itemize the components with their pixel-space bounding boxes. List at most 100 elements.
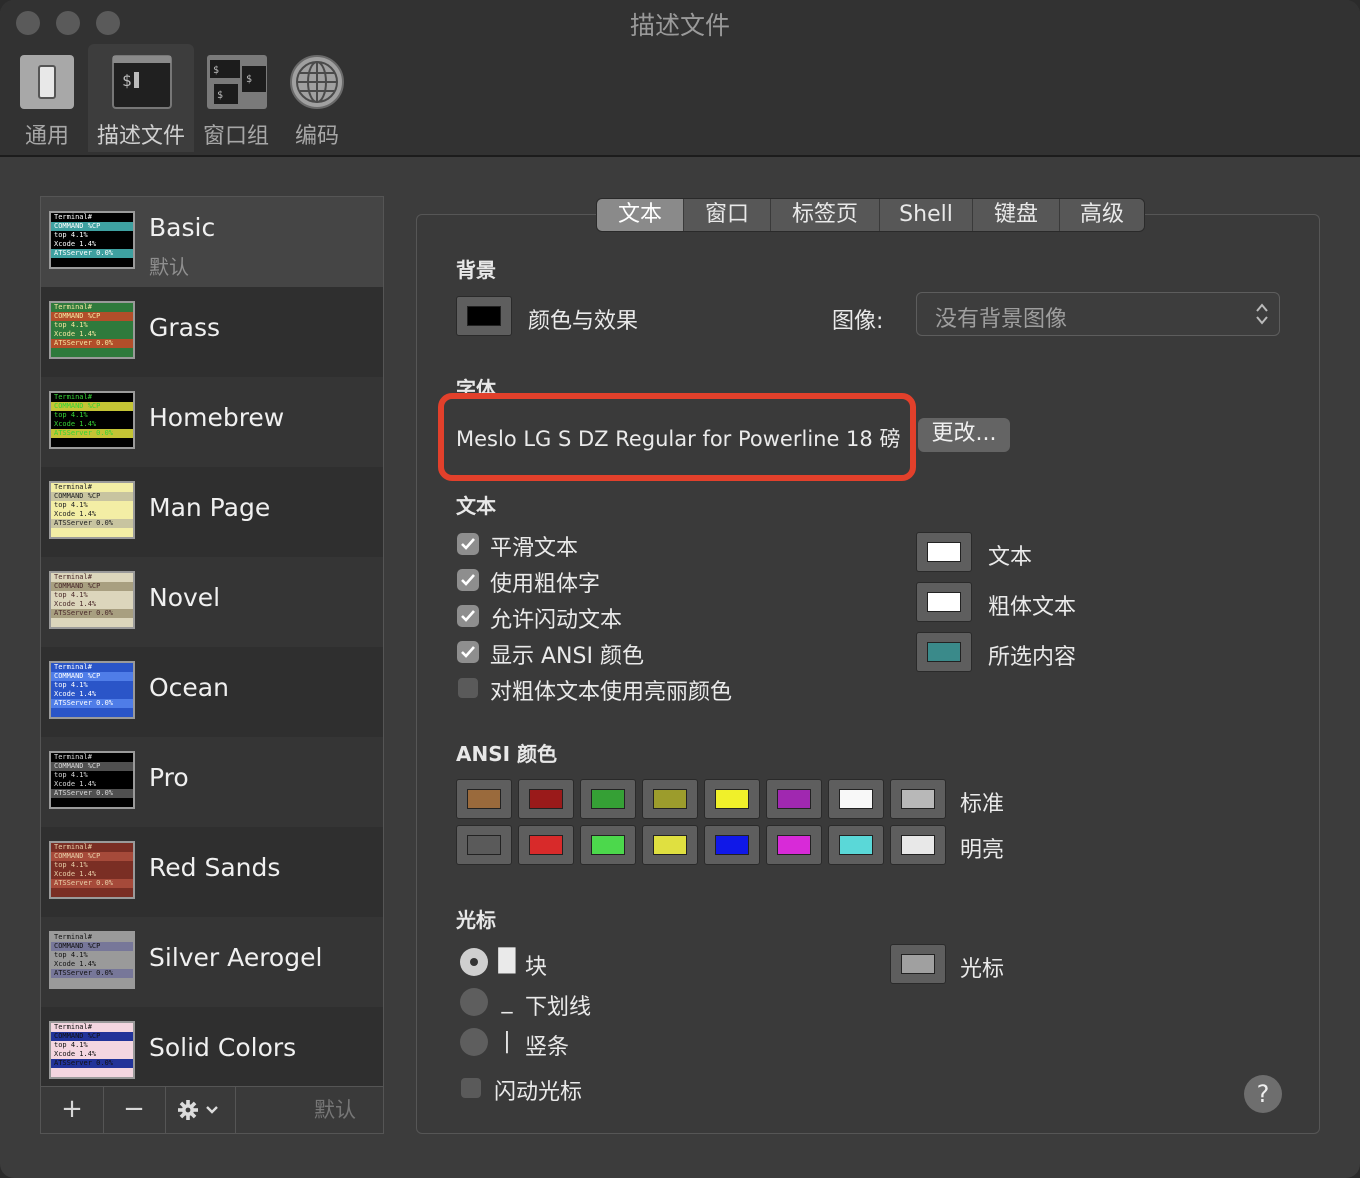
ansi-standard-color-well[interactable] xyxy=(890,779,946,819)
change-font-button[interactable]: 更改... xyxy=(918,418,1010,452)
gear-icon xyxy=(178,1100,218,1120)
ansi-color-swatch xyxy=(467,789,501,809)
text-color-well[interactable] xyxy=(916,532,972,572)
profile-item[interactable]: Terminal# COMMAND %CP top 4.1% Xcode 1.4% AT… xyxy=(41,377,383,467)
help-button[interactable]: ? xyxy=(1244,1075,1282,1113)
profile-preview-thumbnail: Terminal# COMMAND %CP top 4.1% Xcode 1.4% AT… xyxy=(49,481,135,539)
background-section-title: 背景 xyxy=(456,258,496,282)
profile-item[interactable]: Terminal# COMMAND %CP top 4.1% Xcode 1.4% AT… xyxy=(41,827,383,917)
ansi-bright-color-well[interactable] xyxy=(580,825,636,865)
tab-text[interactable]: 文本 xyxy=(597,199,684,231)
toolbar-window-groups[interactable]: $ $ $ 窗口组 xyxy=(200,44,272,152)
profile-preview-thumbnail: Terminal# COMMAND %CP top 4.1% Xcode 1.4% AT… xyxy=(49,661,135,719)
ansi-standard-color-well[interactable] xyxy=(766,779,822,819)
text-option-label: 对粗体文本使用亮丽颜色 xyxy=(490,680,733,705)
profile-actions-button[interactable] xyxy=(165,1087,236,1133)
ansi-color-swatch xyxy=(467,835,501,855)
updown-chevron-icon xyxy=(1256,303,1268,325)
chevron-down-icon xyxy=(206,1106,218,1114)
cursor-shape-glyph: █ xyxy=(498,949,516,974)
profile-default-label: 默认 xyxy=(149,255,189,279)
ansi-bright-color-well[interactable] xyxy=(704,825,760,865)
ansi-standard-color-well[interactable] xyxy=(580,779,636,819)
toolbar-general[interactable]: 通用 xyxy=(16,44,78,152)
text-color-label: 文本 xyxy=(988,545,1033,570)
ansi-bright-color-well[interactable] xyxy=(766,825,822,865)
cursor-color-label: 光标 xyxy=(960,957,1005,982)
profile-name: Red Sands xyxy=(149,853,281,882)
profile-preview-thumbnail: Terminal# COMMAND %CP top 4.1% Xcode 1.4% AT… xyxy=(49,931,135,989)
ansi-color-swatch xyxy=(901,789,935,809)
cursor-shape-radio[interactable] xyxy=(460,988,488,1016)
background-image-select[interactable]: 没有背景图像 xyxy=(916,292,1280,336)
toolbar-encodings[interactable]: 编码 xyxy=(284,44,350,152)
ansi-standard-color-well[interactable] xyxy=(456,779,512,819)
profile-name: Homebrew xyxy=(149,403,285,432)
font-section-title: 字体 xyxy=(456,377,496,393)
text-option-checkbox[interactable] xyxy=(457,605,479,627)
remove-profile-button[interactable]: − xyxy=(103,1087,166,1133)
ansi-standard-color-well[interactable] xyxy=(518,779,574,819)
profile-item[interactable]: Terminal# COMMAND %CP top 4.1% Xcode 1.4% AT… xyxy=(41,917,383,1007)
text-option-checkbox[interactable] xyxy=(457,641,479,663)
profile-item[interactable]: Terminal# COMMAND %CP top 4.1% Xcode 1.4% AT… xyxy=(41,737,383,827)
profile-name: Silver Aerogel xyxy=(149,943,323,972)
profile-preview-thumbnail: Terminal# COMMAND %CP top 4.1% Xcode 1.4% AT… xyxy=(49,571,135,629)
toolbar-label: 编码 xyxy=(294,124,339,149)
ansi-standard-color-well[interactable] xyxy=(704,779,760,819)
ansi-color-swatch xyxy=(529,835,563,855)
color-effects-label: 颜色与效果 xyxy=(528,309,639,334)
cursor-color-swatch xyxy=(901,954,935,974)
ansi-bright-color-well[interactable] xyxy=(890,825,946,865)
text-option-label: 允许闪动文本 xyxy=(490,608,623,633)
text-option-checkbox[interactable] xyxy=(457,677,479,699)
profile-preview-thumbnail: Terminal# COMMAND %CP top 4.1% Xcode 1.4% AT… xyxy=(49,1021,135,1079)
text-color-well[interactable] xyxy=(916,582,972,622)
add-profile-button[interactable]: + xyxy=(41,1087,104,1133)
profile-preview-thumbnail: Terminal# COMMAND %CP top 4.1% Xcode 1.4% AT… xyxy=(49,751,135,809)
text-option-checkbox[interactable] xyxy=(457,533,479,555)
ansi-color-swatch xyxy=(529,789,563,809)
cursor-shape-glyph: | xyxy=(503,1029,511,1054)
profile-item[interactable]: Terminal# COMMAND %CP top 4.1% Xcode 1.4% AT… xyxy=(41,647,383,737)
ansi-color-swatch xyxy=(839,835,873,855)
ansi-standard-color-well[interactable] xyxy=(828,779,884,819)
text-color-well[interactable] xyxy=(916,632,972,672)
set-default-button[interactable]: 默认 xyxy=(289,1087,381,1133)
tab-shell[interactable]: Shell xyxy=(880,199,973,231)
profile-name: Basic xyxy=(149,213,216,242)
toolbar-label: 窗口组 xyxy=(202,124,269,149)
blink-cursor-checkbox[interactable] xyxy=(460,1077,482,1099)
tab-keyboard[interactable]: 键盘 xyxy=(973,199,1060,231)
ansi-bright-color-well[interactable] xyxy=(642,825,698,865)
ansi-bright-color-well[interactable] xyxy=(518,825,574,865)
text-option-checkbox[interactable] xyxy=(457,569,479,591)
tab-advanced[interactable]: 高级 xyxy=(1060,199,1144,231)
ansi-color-swatch xyxy=(653,835,687,855)
toolbar-profiles[interactable]: $ 描述文件 xyxy=(88,44,194,152)
tab-window[interactable]: 窗口 xyxy=(684,199,771,231)
text-color-label: 所选内容 xyxy=(988,645,1077,670)
cursor-color-well[interactable] xyxy=(890,944,946,984)
ansi-bright-color-well[interactable] xyxy=(828,825,884,865)
profile-list[interactable]: Terminal# COMMAND %CP top 4.1% Xcode 1.4% AT… xyxy=(40,196,384,1132)
cursor-shape-radio[interactable] xyxy=(460,1028,488,1056)
tab-tabs[interactable]: 标签页 xyxy=(771,199,880,231)
ansi-standard-color-well[interactable] xyxy=(642,779,698,819)
background-color-well[interactable] xyxy=(456,296,512,336)
profile-preview-thumbnail: Terminal# COMMAND %CP top 4.1% Xcode 1.4% AT… xyxy=(49,391,135,449)
profile-item[interactable]: Terminal# COMMAND %CP top 4.1% Xcode 1.4% AT… xyxy=(41,197,383,287)
ansi-color-swatch xyxy=(715,789,749,809)
cursor-shape-label: 竖条 xyxy=(525,1035,570,1060)
profile-item[interactable]: Terminal# COMMAND %CP top 4.1% Xcode 1.4% AT… xyxy=(41,557,383,647)
profile-item[interactable]: Terminal# COMMAND %CP top 4.1% Xcode 1.4% AT… xyxy=(41,467,383,557)
toolbar-label: 通用 xyxy=(24,124,69,149)
profile-name: Ocean xyxy=(149,673,229,702)
terminal-icon: $ xyxy=(112,55,172,109)
profile-item[interactable]: Terminal# COMMAND %CP top 4.1% Xcode 1.4% AT… xyxy=(41,287,383,377)
ansi-bright-color-well[interactable] xyxy=(456,825,512,865)
ansi-bright-label: 明亮 xyxy=(960,838,1005,863)
cursor-shape-radio[interactable] xyxy=(460,948,488,976)
profile-item[interactable]: Terminal# COMMAND %CP top 4.1% Xcode 1.4% AT… xyxy=(41,1007,383,1097)
background-color-swatch xyxy=(467,306,501,326)
